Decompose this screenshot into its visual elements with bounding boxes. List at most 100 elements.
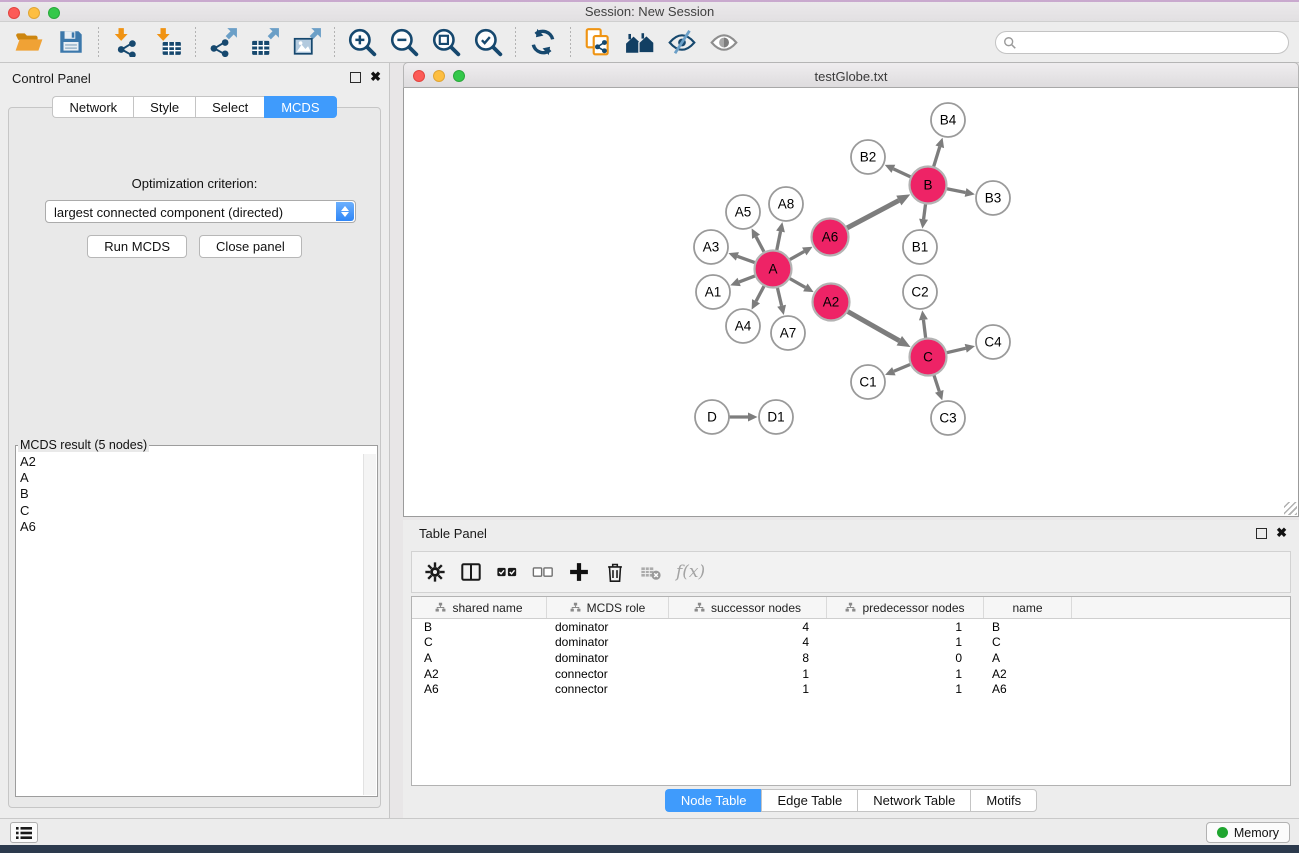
graph-node-A8[interactable]: A8 (769, 187, 803, 221)
table-cell[interactable]: dominator (547, 619, 669, 635)
clone-network-icon[interactable] (577, 25, 619, 59)
table-cell[interactable]: connector (547, 681, 669, 697)
mcds-result-item[interactable]: B (17, 486, 376, 502)
float-icon[interactable] (1256, 528, 1267, 539)
zoom-fit-icon[interactable] (425, 25, 467, 59)
import-table-icon[interactable] (147, 25, 189, 59)
deselect-all-checkboxes-icon[interactable] (528, 557, 558, 587)
hide-graphics-details-icon[interactable] (661, 25, 703, 59)
column-header-shared-name[interactable]: shared name (412, 597, 547, 618)
table-cell[interactable]: dominator (547, 635, 669, 651)
graph-node-B3[interactable]: B3 (976, 181, 1010, 215)
column-header-name[interactable]: name (984, 597, 1072, 618)
table-cell[interactable]: A (984, 650, 1072, 666)
table-row[interactable]: Cdominator41C (412, 635, 1290, 651)
save-session-icon[interactable] (50, 25, 92, 59)
delete-column-icon[interactable] (600, 557, 630, 587)
graph-node-C3[interactable]: C3 (931, 401, 965, 435)
graph-node-C2[interactable]: C2 (903, 275, 937, 309)
table-row[interactable]: Adominator80A (412, 650, 1290, 666)
table-cell[interactable]: A2 (412, 666, 547, 682)
table-cell[interactable]: 1 (827, 681, 984, 697)
table-cell[interactable]: 1 (669, 681, 827, 697)
graph-node-A1[interactable]: A1 (696, 275, 730, 309)
export-network-icon[interactable] (202, 25, 244, 59)
table-cell[interactable]: A6 (984, 681, 1072, 697)
graph-node-A6[interactable]: A6 (812, 219, 849, 256)
graph-node-A4[interactable]: A4 (726, 309, 760, 343)
table-cell[interactable]: 1 (827, 666, 984, 682)
graph-node-A2[interactable]: A2 (813, 284, 850, 321)
table-cell[interactable]: dominator (547, 650, 669, 666)
zoom-selected-icon[interactable] (467, 25, 509, 59)
export-image-icon[interactable] (286, 25, 328, 59)
table-cell[interactable]: 4 (669, 635, 827, 651)
table-cell[interactable]: A (412, 650, 547, 666)
column-header-successor-nodes[interactable]: successor nodes (669, 597, 827, 618)
tab-select[interactable]: Select (195, 96, 264, 118)
search-input[interactable] (1022, 33, 1280, 52)
tab-mcds[interactable]: MCDS (264, 96, 336, 118)
mcds-result-scrollbar[interactable] (363, 454, 376, 795)
network-window-titlebar[interactable]: testGlobe.txt (403, 62, 1299, 88)
table-cell[interactable]: B (984, 619, 1072, 635)
resize-grip-icon[interactable] (1284, 502, 1297, 515)
tab-style[interactable]: Style (133, 96, 195, 118)
tab-network-table[interactable]: Network Table (857, 789, 970, 812)
birds-eye-view-icon[interactable] (703, 25, 745, 59)
dropdown-stepper-icon[interactable] (336, 202, 354, 221)
column-header-predecessor-nodes[interactable]: predecessor nodes (827, 597, 984, 618)
table-cell[interactable]: C (412, 635, 547, 651)
graph-node-A3[interactable]: A3 (694, 230, 728, 264)
tab-network[interactable]: Network (52, 96, 133, 118)
memory-button[interactable]: Memory (1206, 822, 1290, 843)
graph-node-C1[interactable]: C1 (851, 365, 885, 399)
tab-motifs[interactable]: Motifs (970, 789, 1037, 812)
mcds-result-item[interactable]: A2 (17, 454, 376, 470)
zoom-out-icon[interactable] (383, 25, 425, 59)
open-session-icon[interactable] (8, 25, 50, 59)
table-row[interactable]: Bdominator41B (412, 619, 1290, 635)
tab-edge-table[interactable]: Edge Table (761, 789, 857, 812)
show-columns-icon[interactable] (456, 557, 486, 587)
table-row[interactable]: A2connector11A2 (412, 666, 1290, 682)
export-table-icon[interactable] (244, 25, 286, 59)
graph-node-C[interactable]: C (910, 339, 947, 376)
table-cell[interactable]: B (412, 619, 547, 635)
table-cell[interactable]: 1 (827, 635, 984, 651)
graph-node-D[interactable]: D (695, 400, 729, 434)
mcds-result-item[interactable]: A (17, 470, 376, 486)
table-cell[interactable]: 1 (827, 619, 984, 635)
mcds-result-item[interactable]: A6 (17, 519, 376, 535)
criterion-dropdown[interactable]: largest connected component (directed) (45, 200, 356, 223)
graph-node-C4[interactable]: C4 (976, 325, 1010, 359)
column-header-MCDS-role[interactable]: MCDS role (547, 597, 669, 618)
tab-node-table[interactable]: Node Table (665, 789, 762, 812)
graph-node-B1[interactable]: B1 (903, 230, 937, 264)
table-row[interactable]: A6connector11A6 (412, 681, 1290, 697)
run-mcds-button[interactable]: Run MCDS (87, 235, 187, 258)
import-network-icon[interactable] (105, 25, 147, 59)
table-cell[interactable]: 8 (669, 650, 827, 666)
table-cell[interactable]: 1 (669, 666, 827, 682)
close-icon[interactable]: ✖ (1276, 525, 1287, 541)
network-canvas[interactable]: B4 B2 B B3 A8 A5 A6 A3 B1 A A1 C2 A2 A4 A7 C4 C C1 C3 D D1 (403, 88, 1299, 517)
show-panels-button[interactable] (10, 822, 38, 843)
float-icon[interactable] (350, 72, 361, 83)
graph-node-A[interactable]: A (755, 251, 792, 288)
table-cell[interactable]: A6 (412, 681, 547, 697)
graph-node-A7[interactable]: A7 (771, 316, 805, 350)
table-cell[interactable]: 4 (669, 619, 827, 635)
graph-node-B4[interactable]: B4 (931, 103, 965, 137)
apply-preferred-layout-icon[interactable] (522, 25, 564, 59)
close-panel-button[interactable]: Close panel (199, 235, 302, 258)
graph-node-B[interactable]: B (910, 167, 947, 204)
table-settings-gear-icon[interactable] (420, 557, 450, 587)
table-cell[interactable]: C (984, 635, 1072, 651)
select-all-checkboxes-icon[interactable] (492, 557, 522, 587)
graph-node-A5[interactable]: A5 (726, 195, 760, 229)
graph-node-D1[interactable]: D1 (759, 400, 793, 434)
graph-node-B2[interactable]: B2 (851, 140, 885, 174)
mcds-result-item[interactable]: C (17, 503, 376, 519)
add-column-icon[interactable] (564, 557, 594, 587)
